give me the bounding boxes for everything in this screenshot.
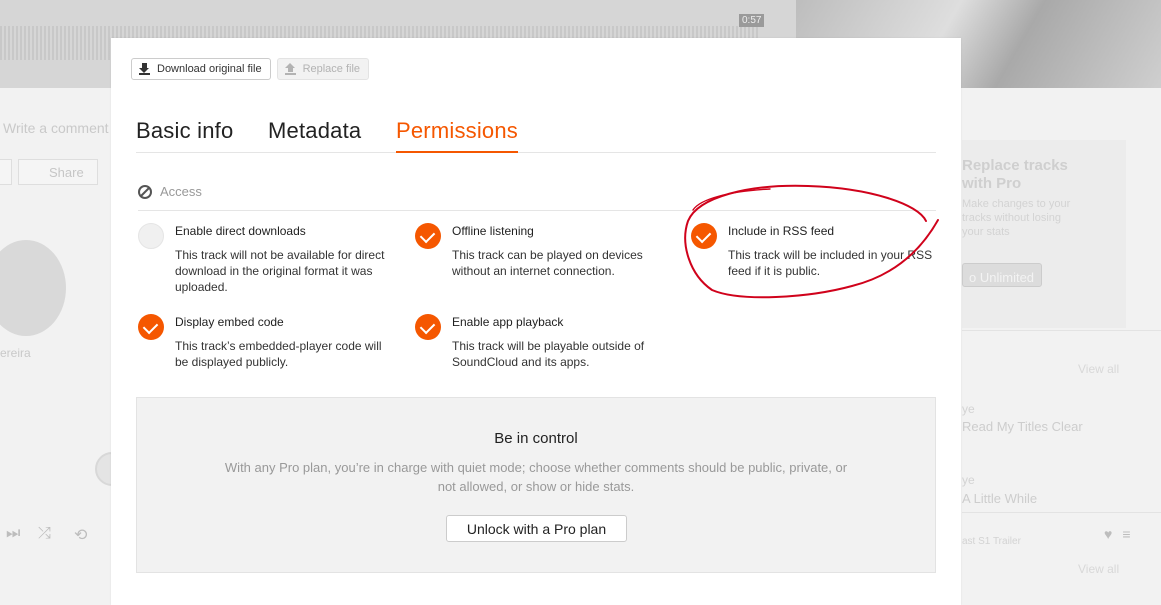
share-button: Share: [18, 159, 98, 185]
like-icon: ♥≡: [1104, 526, 1141, 542]
permission-description: This track will not be available for dir…: [175, 248, 385, 294]
next-icon: ⏭: [6, 525, 21, 542]
pro-promo-text: Make changes to your tracks without losi…: [962, 198, 1071, 238]
tab-bar: Basic info Metadata Permissions: [136, 118, 936, 153]
repeat-icon: ⟲: [74, 527, 88, 544]
pro-promo-title: Replace tracks with Pro: [962, 157, 1068, 192]
shuffle-icon: ⤮: [38, 525, 51, 542]
divider: [962, 330, 1161, 331]
permission-title: Enable direct downloads: [175, 224, 306, 238]
view-all-link: View all: [1078, 562, 1120, 576]
download-icon: [139, 63, 150, 75]
permission-title: Offline listening: [452, 224, 534, 238]
track-title: A Little While: [962, 491, 1038, 506]
pro-promo-button: o Unlimited: [962, 263, 1042, 287]
download-label: Download original file: [157, 63, 262, 75]
permission-title: Display embed code: [175, 315, 284, 329]
app-playback-checkbox[interactable]: [415, 314, 441, 340]
profile-name: ereira: [0, 346, 31, 360]
replace-file-button[interactable]: Replace file: [276, 58, 370, 80]
upload-icon: [284, 63, 296, 75]
permission-description: This track can be played on devices with…: [452, 248, 643, 278]
rss-feed-checkbox[interactable]: [691, 223, 717, 249]
tab-basic-info[interactable]: Basic info: [136, 118, 233, 153]
view-all-link: View all: [1078, 362, 1120, 376]
track-artist: ye: [962, 473, 975, 487]
pro-upsell-panel: Be in control With any Pro plan, you’re …: [136, 397, 936, 573]
divider: [962, 512, 1161, 513]
permission-title: Enable app playback: [452, 315, 564, 329]
like-button: [0, 159, 12, 185]
comment-input: Write a comment: [3, 120, 109, 136]
track-time: 0:57: [739, 14, 765, 27]
permission-description: This track’s embedded-player code will b…: [175, 339, 382, 369]
unlock-pro-button[interactable]: Unlock with a Pro plan: [446, 515, 627, 542]
replace-label: Replace file: [302, 63, 361, 75]
section-heading: Access: [160, 184, 202, 199]
upsell-title: Be in control: [494, 430, 578, 447]
track-title: ast S1 Trailer: [962, 536, 1021, 547]
offline-listening-checkbox[interactable]: [415, 223, 441, 249]
avatar: [0, 240, 66, 336]
permission-description: This track will be included in your RSS …: [728, 248, 933, 278]
download-original-button[interactable]: Download original file: [131, 58, 271, 80]
ban-icon: [138, 185, 152, 199]
upsell-text: With any Pro plan, you’re in charge with…: [224, 460, 848, 494]
edit-track-modal: Download original file Replace file Basi…: [111, 38, 961, 605]
access-section-header: Access: [138, 184, 936, 211]
file-toolbar: Download original file Replace file: [131, 58, 370, 80]
direct-downloads-checkbox[interactable]: [138, 223, 164, 249]
player-controls: ⏭ ⤮ ⟲: [0, 515, 110, 555]
tab-permissions[interactable]: Permissions: [396, 118, 519, 153]
embed-code-checkbox[interactable]: [138, 314, 164, 340]
tab-metadata[interactable]: Metadata: [268, 118, 361, 153]
sidebar: Replace tracks with Pro Make changes to …: [962, 100, 1161, 605]
permission-title: Include in RSS feed: [728, 224, 835, 238]
track-title: Read My Titles Clear: [962, 419, 1083, 434]
track-artist: ye: [962, 402, 975, 416]
permission-description: This track will be playable outside of S…: [452, 339, 645, 369]
